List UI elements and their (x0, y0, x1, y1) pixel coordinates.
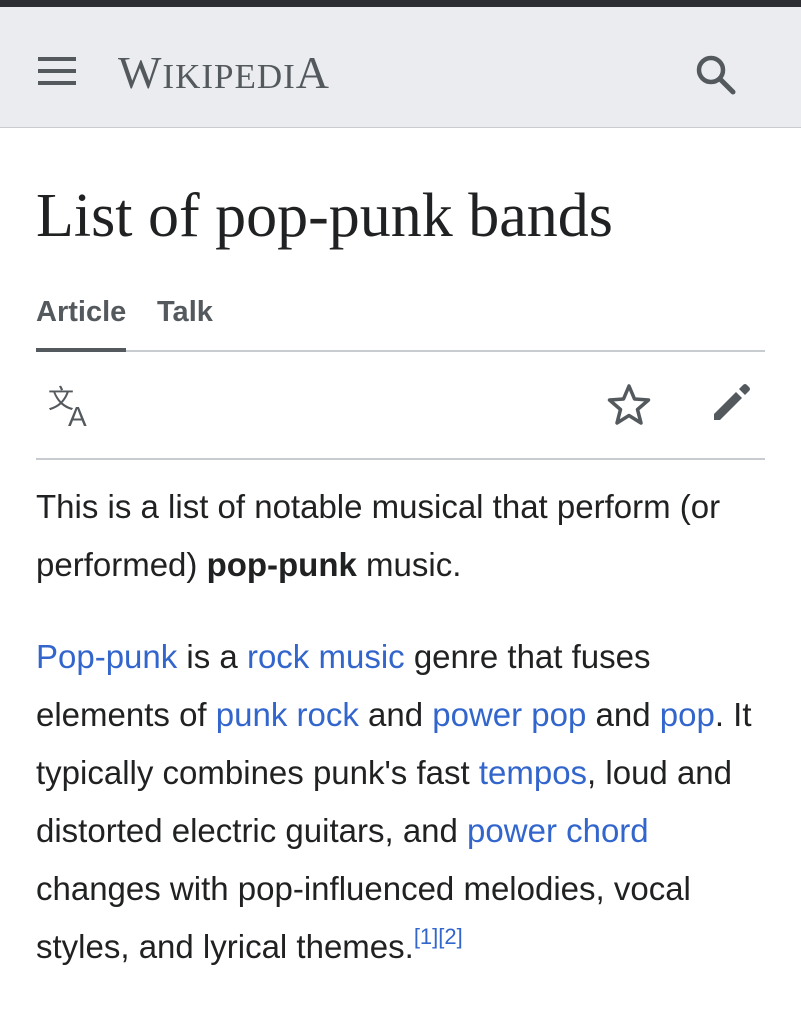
reference-link-1[interactable]: [1] (414, 924, 438, 949)
page-title: List of pop-punk bands (36, 182, 613, 250)
text-segment: and (586, 696, 660, 733)
article-content: This is a list of notable musical that p… (36, 478, 765, 1010)
svg-text:A: A (68, 401, 87, 428)
link-punk-rock[interactable]: punk rock (216, 696, 359, 733)
link-power-chord[interactable]: power chord (467, 812, 649, 849)
link-pop[interactable]: pop (660, 696, 715, 733)
reference-link-2[interactable]: [2] (438, 924, 462, 949)
status-bar-strip (0, 0, 801, 7)
search-icon[interactable] (692, 51, 740, 99)
tab-talk[interactable]: Talk (157, 292, 213, 332)
link-rock-music[interactable]: rock music (247, 638, 405, 675)
description-paragraph: Pop-punk is a rock music genre that fuse… (36, 628, 765, 976)
page-tabs: Article Talk (36, 286, 765, 352)
wikipedia-wordmark[interactable]: WIKIPEDIA (118, 43, 330, 107)
language-icon[interactable]: 文 A (46, 382, 98, 428)
star-icon[interactable] (606, 382, 652, 428)
link-pop-punk[interactable]: Pop-punk (36, 638, 177, 675)
site-header: WIKIPEDIA (0, 7, 801, 127)
page-actions-bar: 文 A (36, 352, 765, 460)
tab-article[interactable]: Article (36, 292, 126, 332)
text-segment: is a (177, 638, 247, 675)
text-segment: and (358, 696, 433, 733)
intro-bold-term: pop-punk (206, 546, 357, 583)
reference-markers: [1][2] (414, 924, 463, 949)
intro-paragraph: This is a list of notable musical that p… (36, 478, 765, 594)
hamburger-menu-icon[interactable] (36, 53, 78, 89)
text-segment: changes with pop-influenced melodies, vo… (36, 870, 691, 965)
link-tempos[interactable]: tempos (479, 754, 587, 791)
intro-text-end: music. (356, 546, 462, 583)
link-power-pop[interactable]: power pop (432, 696, 586, 733)
pencil-edit-icon[interactable] (708, 380, 754, 426)
